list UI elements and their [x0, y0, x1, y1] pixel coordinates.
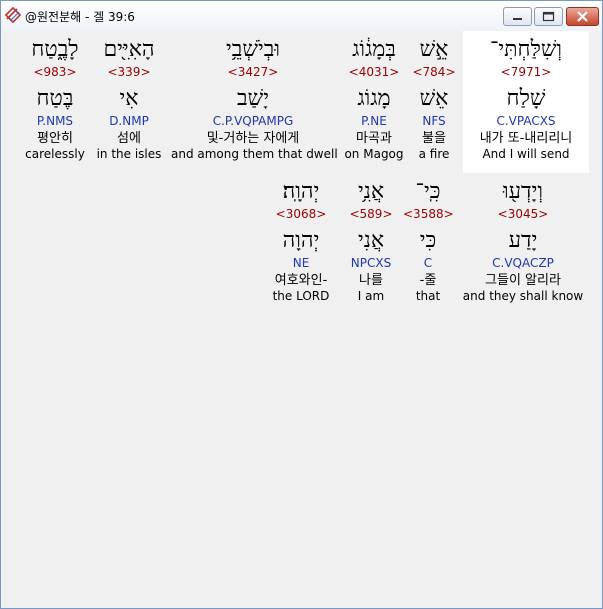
- strong-number[interactable]: <983>: [19, 65, 91, 79]
- strong-number[interactable]: <589>: [343, 207, 399, 221]
- app-logo-icon: [4, 6, 22, 24]
- strong-number[interactable]: <784>: [409, 65, 459, 79]
- strong-number[interactable]: <3068>: [267, 207, 335, 221]
- word-card[interactable]: בְּמָג֔וֹג <4031> מָגוֹג P.NE 마곡과 on Mag…: [343, 37, 405, 177]
- lemma-word: אֵשׁ: [419, 86, 449, 111]
- minimize-button[interactable]: [503, 7, 532, 26]
- hebrew-word: אֲנִ֥י: [357, 179, 385, 204]
- strong-number[interactable]: <3045>: [459, 207, 587, 221]
- strong-number[interactable]: <339>: [95, 65, 163, 79]
- korean-gloss: 나를: [359, 273, 383, 288]
- close-button[interactable]: [566, 7, 599, 26]
- english-gloss: And I will send: [482, 147, 570, 161]
- morph-code: NPCXS: [350, 256, 392, 270]
- english-gloss: a fire: [418, 147, 450, 161]
- lemma-word: כִּי: [419, 228, 437, 253]
- lemma-word: שָׁלַח: [506, 86, 546, 111]
- hebrew-word: וְשִׁלַּחְתִּי־: [489, 37, 563, 62]
- hebrew-word: וּבְיֹשְׁבֵ֥י: [226, 37, 280, 62]
- english-gloss: and among them that dwell: [171, 147, 338, 161]
- word-card[interactable]: כִּֽי־ <3588> כִּי C -줄 that: [403, 179, 454, 319]
- english-gloss: and they shall know: [462, 289, 584, 303]
- hebrew-word: כִּֽי־: [415, 179, 441, 204]
- hebrew-word: לָבֶ֑טַח: [31, 37, 79, 62]
- maximize-icon: [542, 11, 555, 22]
- word-card[interactable]: וּבְיֹשְׁבֵ֥י <3427> יָשַׁב C.P.VQPAMPG …: [171, 37, 338, 177]
- morph-code: C.VQACZP: [492, 256, 554, 270]
- korean-gloss: 그들이 알리라: [485, 273, 561, 288]
- hebrew-word: הָאִיִּ֖ים: [103, 37, 155, 62]
- korean-gloss: -줄: [419, 273, 437, 288]
- strong-number[interactable]: <3427>: [171, 65, 335, 79]
- word-card[interactable]: וְיָדְע֖וּ <3045> יָדַע C.VQACZP 그들이 알리라…: [459, 179, 587, 319]
- english-gloss: on Magog: [344, 147, 404, 161]
- lemma-word: בֶּטַח: [36, 86, 74, 111]
- minimize-icon: [513, 18, 522, 20]
- lemma-word: יָדַע: [508, 228, 538, 253]
- maximize-button[interactable]: [534, 7, 563, 26]
- analysis-panel: לָבֶ֑טַח <983> בֶּטַח P.NMS 평안히 careless…: [3, 31, 600, 606]
- lemma-word: מָגוֹג: [357, 86, 391, 111]
- korean-gloss: 여호와인-: [274, 273, 328, 288]
- english-gloss: the LORD: [272, 289, 330, 303]
- korean-gloss: 불을: [422, 131, 446, 146]
- hebrew-word: בְּמָג֔וֹג: [352, 37, 396, 62]
- korean-gloss: 평안히: [37, 131, 73, 146]
- word-card[interactable]: אֵ֣שׁ <784> אֵשׁ NFS 불을 a fire: [409, 37, 459, 177]
- strong-number[interactable]: <3588>: [403, 207, 454, 221]
- word-card-selected[interactable]: וְשִׁלַּחְתִּי־ <7971> שָׁלַח C.VPACXS 내…: [463, 31, 589, 173]
- korean-gloss: 및-거하는 자에게: [206, 131, 300, 146]
- strong-number[interactable]: <4031>: [343, 65, 405, 79]
- morph-code: NE: [292, 256, 310, 270]
- hebrew-word: יְהוָֽה׃: [282, 179, 320, 204]
- strong-number[interactable]: <7971>: [463, 65, 589, 79]
- window-title: @원전분해 - 겔 39:6: [25, 10, 135, 24]
- lemma-word: אִי: [119, 86, 139, 111]
- hebrew-word: וְיָדְע֖וּ: [502, 179, 544, 204]
- hebrew-word: אֵ֣שׁ: [419, 37, 449, 62]
- english-gloss: that: [415, 289, 441, 303]
- korean-gloss: 마곡과: [356, 131, 392, 146]
- morph-code: C.VPACXS: [496, 114, 556, 128]
- lemma-word: אֲנִי: [357, 228, 385, 253]
- morph-code: D.NMP: [109, 114, 149, 128]
- app-window: @원전분해 - 겔 39:6 לָבֶ֑טַח <983> בֶּטַח P.N…: [0, 0, 603, 609]
- english-gloss: I am: [357, 289, 385, 303]
- close-icon: [577, 11, 588, 22]
- morph-code: P.NE: [361, 114, 387, 128]
- morph-code: NFS: [422, 114, 446, 128]
- word-card[interactable]: לָבֶ֑טַח <983> בֶּטַח P.NMS 평안히 careless…: [19, 37, 91, 177]
- word-card[interactable]: הָאִיִּ֖ים <339> אִי D.NMP 섬에 in the isl…: [95, 37, 163, 177]
- lemma-word: יְהוָה: [282, 228, 320, 253]
- word-card[interactable]: אֲנִ֥י <589> אֲנִי NPCXS 나를 I am: [343, 179, 399, 319]
- morph-code: P.NMS: [36, 114, 74, 128]
- korean-gloss: 내가 또-내리리니: [479, 131, 573, 146]
- word-card[interactable]: יְהוָֽה׃ <3068> יְהוָה NE 여호와인- the LORD: [267, 179, 335, 319]
- korean-gloss: 섬에: [117, 131, 141, 146]
- morph-code: C.P.VQPAMPG: [212, 114, 294, 128]
- title-bar[interactable]: @원전분해 - 겔 39:6: [1, 1, 602, 31]
- lemma-word: יָשַׁב: [237, 86, 269, 111]
- english-gloss: in the isles: [96, 147, 162, 161]
- english-gloss: carelessly: [25, 147, 85, 161]
- morph-code: C: [423, 256, 433, 270]
